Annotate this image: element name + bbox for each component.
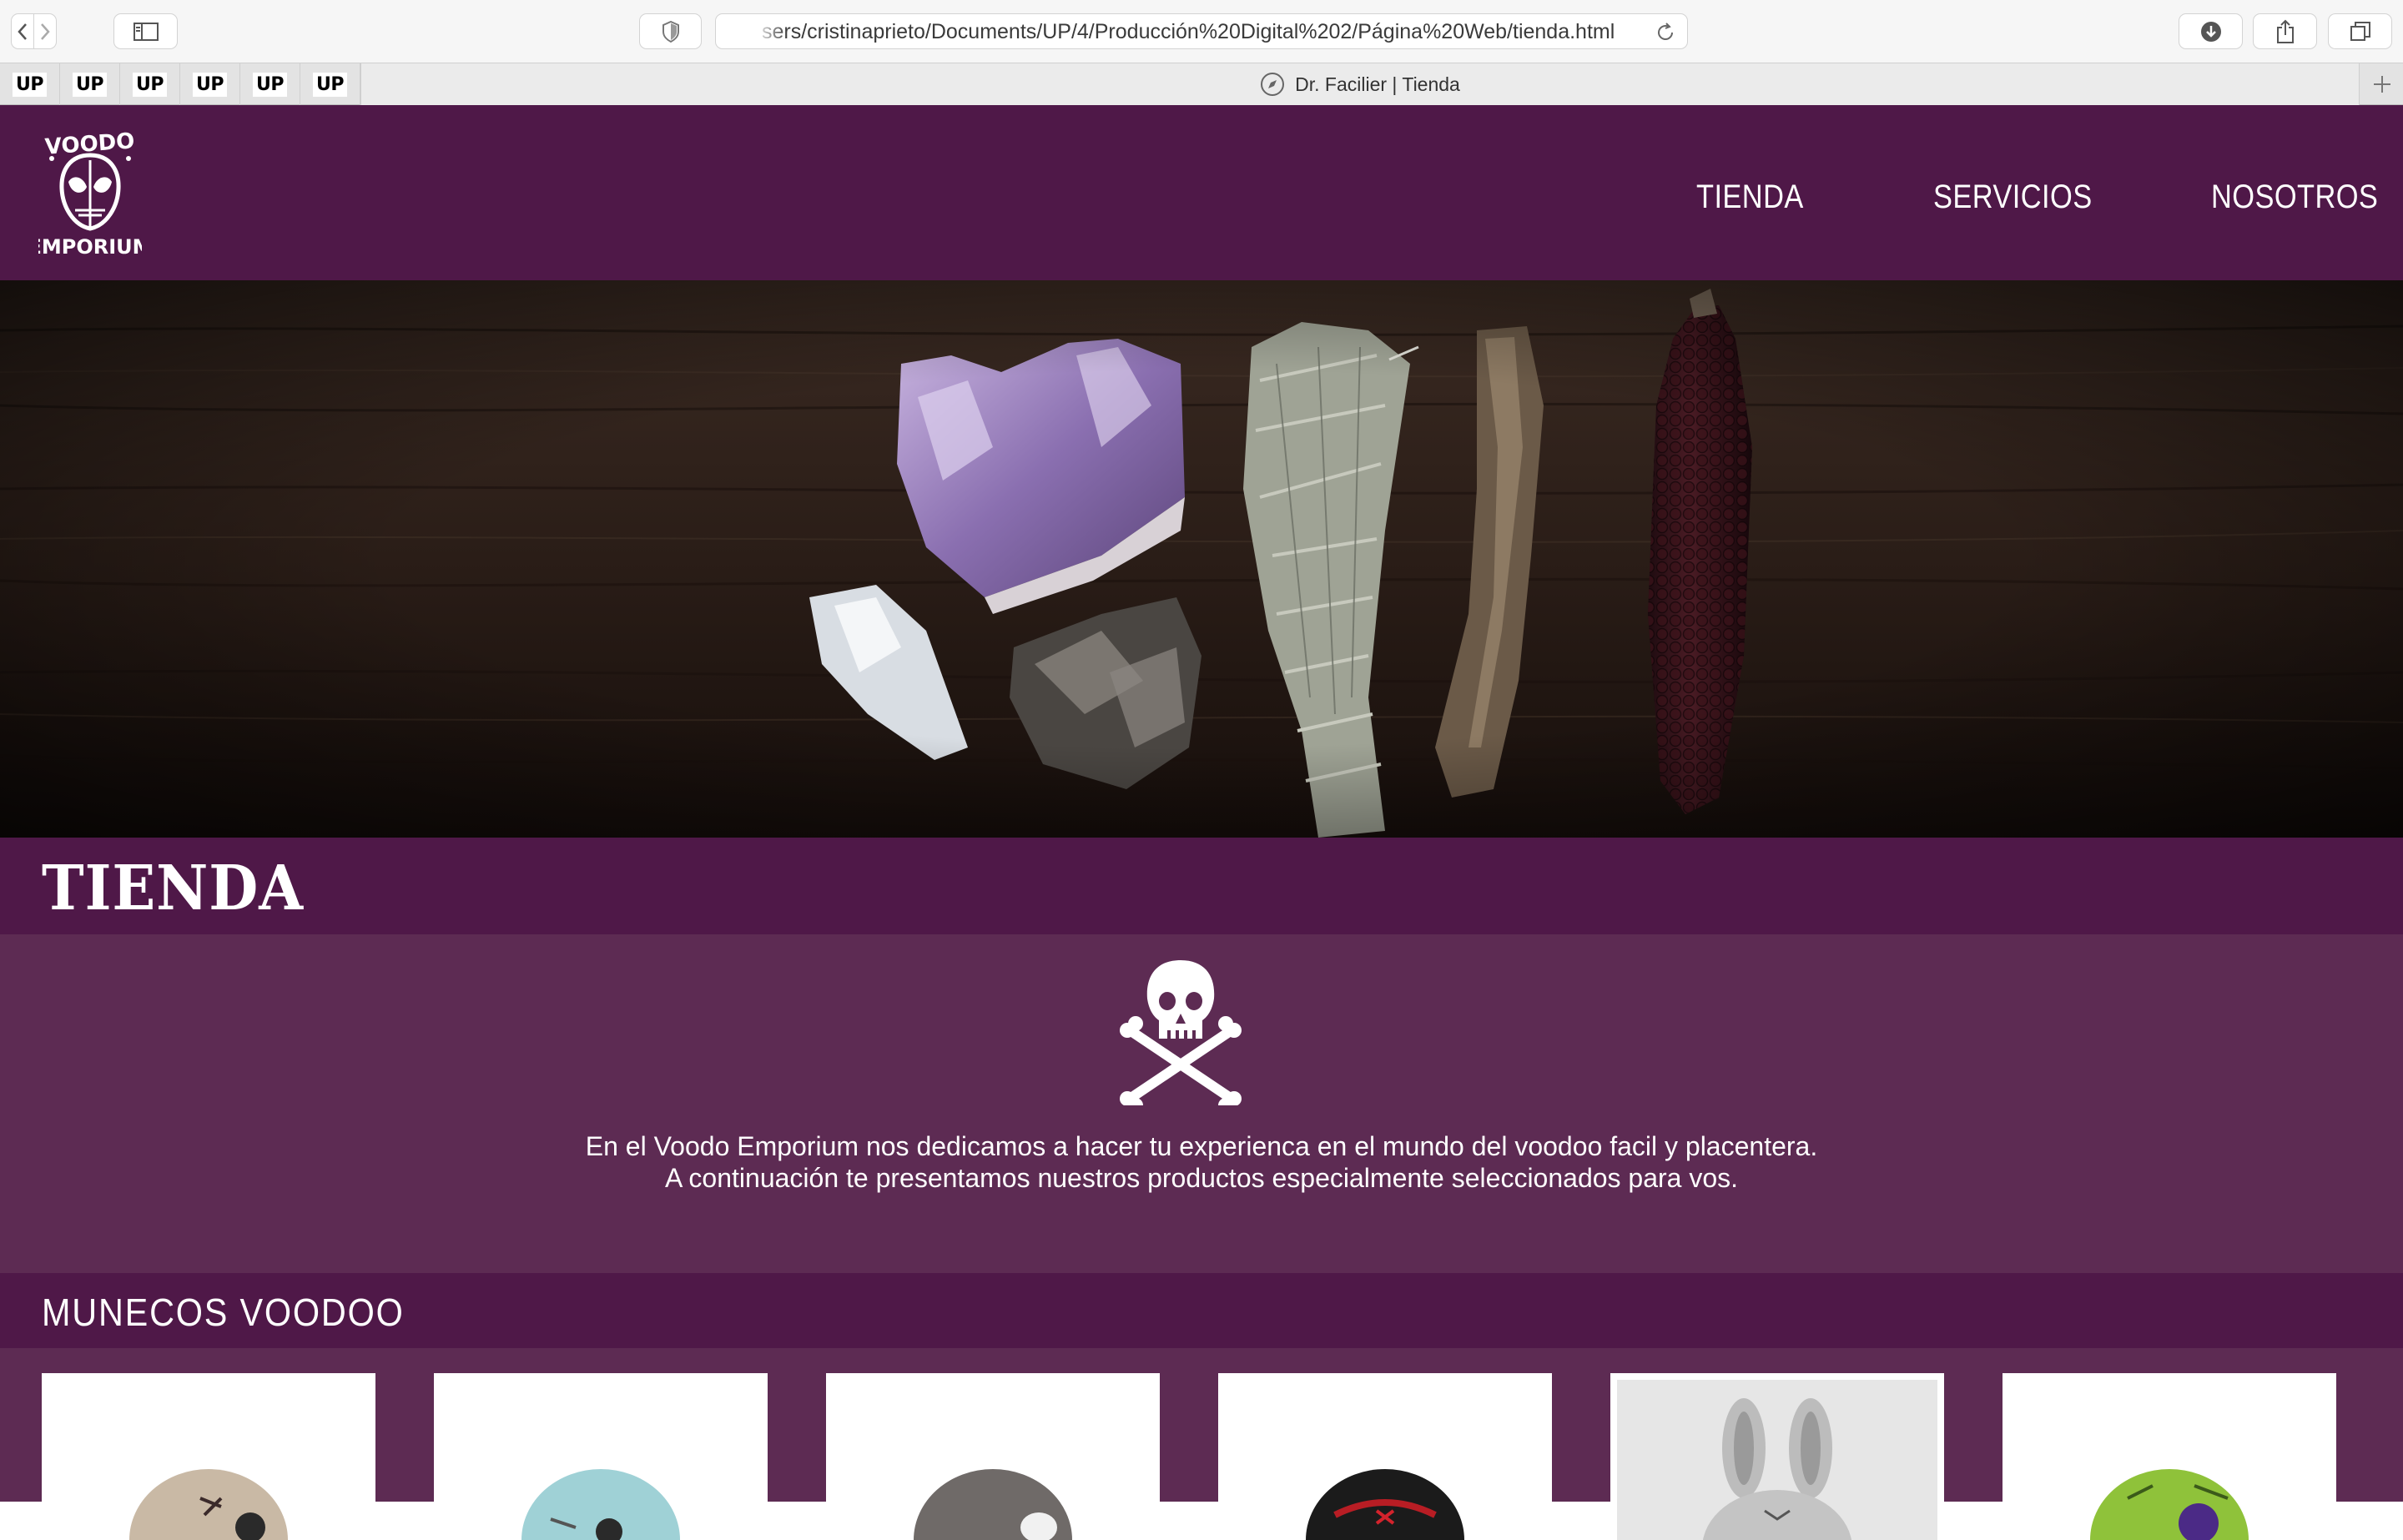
voodoo-doll-image [914,1469,1072,1540]
product-card[interactable] [1218,1373,1552,1540]
favorite-up-2[interactable]: UP [60,63,120,105]
active-tab[interactable]: Dr. Facilier | Tienda [360,63,2360,105]
voodoo-doll-image [1306,1469,1464,1540]
new-tab-button[interactable] [2361,63,2403,105]
product-card[interactable] [434,1373,768,1540]
reload-icon[interactable] [1655,23,1675,43]
tab-title: Dr. Facilier | Tienda [1295,73,1460,95]
share-icon [2276,19,2294,43]
sidebar-button[interactable] [113,13,178,49]
favorite-up-5[interactable]: UP [240,63,300,105]
favorite-up-6[interactable]: UP [300,63,360,105]
favorite-label: UP [133,72,167,97]
forward-icon[interactable] [34,13,56,49]
back-icon[interactable] [12,13,34,49]
product-card[interactable] [1610,1373,1944,1540]
favorite-label: UP [13,72,47,97]
voodoo-doll-image [521,1469,680,1540]
sidebar-icon [133,22,159,41]
favorite-label: UP [313,72,347,97]
url-text[interactable]: sers/cristinaprieto/Documents/UP/4/Produ… [762,14,1629,50]
svg-text:EMPORIUM: EMPORIUM [38,235,142,257]
favorite-label: UP [193,72,227,97]
voodoo-mask-icon: VOODO EMPORIUM [28,128,152,259]
browser-toolbar: sers/cristinaprieto/Documents/UP/4/Produ… [0,0,2403,63]
site-header: VOODO EMPORIUM TIENDA SERVICIOS NOSOTROS [0,105,2403,280]
favorite-label: UP [253,72,287,97]
nav-servicios[interactable]: SERVICIOS [1933,179,2093,216]
privacy-button[interactable] [639,13,702,49]
product-card[interactable] [2002,1373,2336,1540]
url-fade [754,18,788,46]
intro-line-1: En el Voodo Emporium nos dedicamos a hac… [585,1131,1818,1161]
plus-icon [2374,76,2390,93]
shield-icon [662,20,679,43]
favorite-label: UP [73,72,107,97]
favorite-up-1[interactable]: UP [0,63,60,105]
address-bar[interactable]: sers/cristinaprieto/Documents/UP/4/Produ… [715,13,1688,49]
downloads-button[interactable] [2179,13,2243,49]
voodoo-doll-image [2090,1469,2249,1540]
intro-section: En el Voodo Emporium nos dedicamos a hac… [0,934,2403,1273]
voodoo-doll-image [129,1469,288,1540]
intro-line-2: A continuación te presentamos nuestros p… [664,1163,1739,1193]
favorite-up-3[interactable]: UP [120,63,180,105]
tab-overview-button[interactable] [2328,13,2392,49]
page-title: TIENDA [42,853,305,924]
favorite-up-4[interactable]: UP [180,63,240,105]
skull-crossbones-icon [1120,960,1242,1105]
product-card[interactable] [826,1373,1160,1540]
logo[interactable]: VOODO EMPORIUM [28,123,152,259]
nav-nosotros[interactable]: NOSOTROS [2211,179,2378,216]
share-button[interactable] [2253,13,2317,49]
compass-icon [1261,73,1285,96]
title-band: TIENDA [0,838,2403,934]
download-icon [2200,21,2221,42]
voodoo-doll-image [1617,1380,1937,1540]
product-card[interactable] [42,1373,375,1540]
products-row [0,1348,2403,1540]
section-title: MUNECOS VOODOO [42,1291,405,1334]
tab-bar: UP UP UP UP UP UP Dr. Facilier | Tienda [0,63,2403,105]
nav-tienda[interactable]: TIENDA [1696,179,1804,216]
section-band: MUNECOS VOODOO [0,1273,2403,1348]
back-forward-group [11,13,57,49]
hero-image [0,280,2403,838]
tabs-icon [2350,21,2370,41]
